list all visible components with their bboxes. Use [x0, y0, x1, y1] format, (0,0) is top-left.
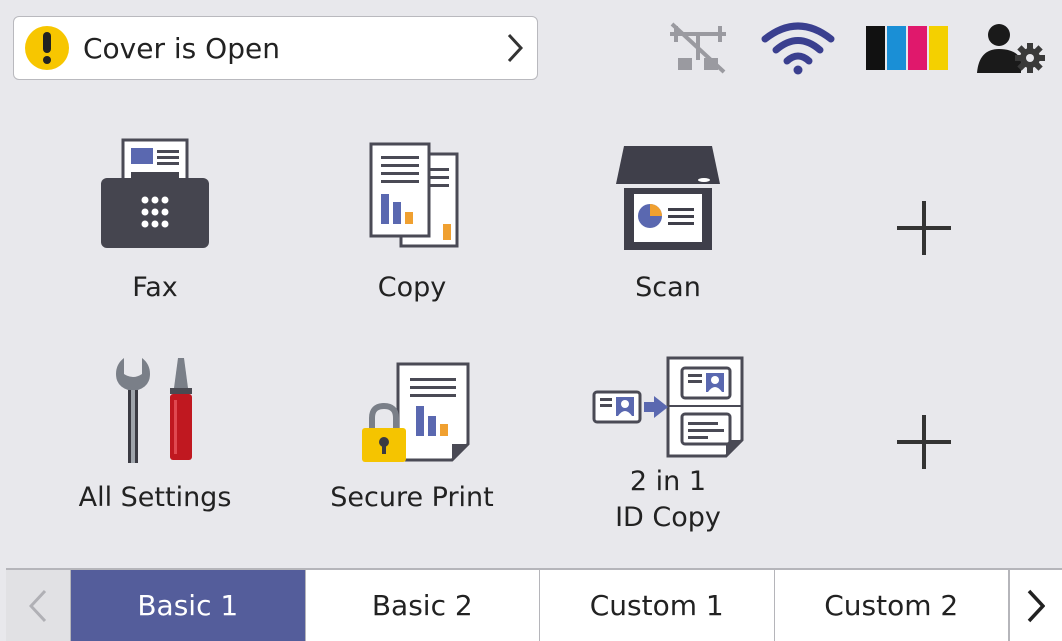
fax-icon: [75, 128, 235, 258]
user-settings-icon[interactable]: [972, 18, 1052, 78]
chevron-left-icon: [29, 589, 47, 622]
scan-label: Scan: [635, 272, 701, 303]
tab-custom-1[interactable]: Custom 1: [540, 570, 775, 641]
add-shortcut-button[interactable]: [884, 188, 964, 268]
id-copy-label-line1: 2 in 1: [629, 466, 707, 497]
scan-tile[interactable]: Scan: [588, 128, 748, 306]
secure-print-icon: [332, 340, 492, 470]
id-copy-icon: [588, 340, 748, 462]
add-shortcut-button-2[interactable]: [884, 402, 964, 482]
tab-scroll-right-button[interactable]: [1009, 570, 1062, 641]
chevron-right-icon: [1027, 589, 1045, 622]
secure-print-label: Secure Print: [330, 482, 494, 513]
tab-basic-2[interactable]: Basic 2: [305, 570, 540, 641]
id-copy-label-line2: ID Copy: [615, 502, 721, 533]
plus-icon: [897, 415, 951, 469]
all-settings-label: All Settings: [78, 482, 232, 513]
tab-basic-1[interactable]: Basic 1: [71, 570, 306, 641]
copy-tile[interactable]: Copy: [332, 128, 492, 306]
id-copy-tile[interactable]: 2 in 1 ID Copy: [588, 340, 748, 536]
wired-lan-disconnected-icon[interactable]: [660, 18, 736, 78]
ink-levels-icon[interactable]: [862, 18, 952, 78]
wifi-icon[interactable]: [758, 18, 838, 78]
status-message-text: Cover is Open: [83, 31, 280, 65]
tab-custom-2[interactable]: Custom 2: [774, 570, 1009, 641]
chevron-right-icon: [507, 33, 523, 63]
plus-icon: [897, 201, 951, 255]
secure-print-tile[interactable]: Secure Print: [330, 340, 494, 516]
wrench-screwdriver-icon: [75, 340, 235, 470]
copy-label: Copy: [377, 272, 447, 303]
tab-scroll-left-button[interactable]: [6, 570, 71, 641]
printer-home-screen: Cover is Open Fax Copy Scan All Settings…: [0, 0, 1062, 641]
warning-icon: [25, 26, 69, 70]
fax-label: Fax: [132, 272, 178, 303]
fax-tile[interactable]: Fax: [75, 128, 235, 306]
shortcut-tab-bar: Basic 1 Basic 2 Custom 1 Custom 2: [6, 568, 1062, 641]
copy-icon: [332, 128, 492, 258]
status-message-button[interactable]: Cover is Open: [13, 16, 538, 80]
scanner-icon: [588, 128, 748, 258]
all-settings-tile[interactable]: All Settings: [75, 340, 235, 516]
